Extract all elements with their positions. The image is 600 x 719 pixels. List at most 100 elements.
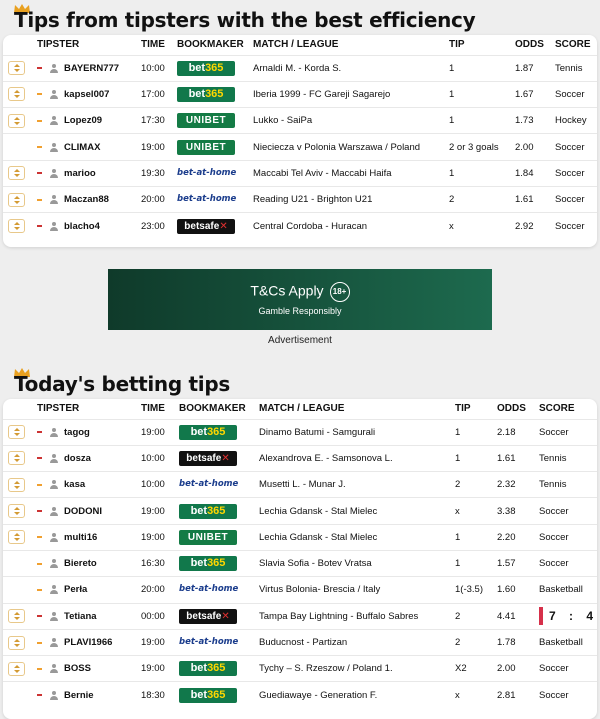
expand-toggle-button[interactable] [8,661,25,676]
tipster-name[interactable]: Maczan88 [64,194,109,205]
bet-at-home-logo[interactable]: bet-at-home [177,192,236,208]
sport-label: Soccer [539,426,569,438]
tipster-name[interactable]: PLAVI1966 [64,637,112,648]
betsafe-logo[interactable]: betsafe✕ [179,450,237,466]
bet-at-home-logo[interactable]: bet-at-home [177,165,236,181]
table-row[interactable]: marioo 19:30 bet-at-home Maccabi Tel Aviv -… [3,159,597,187]
expand-toggle-button[interactable] [8,530,25,545]
tip-time: 10:00 [141,54,177,82]
bet-at-home-logo[interactable]: bet-at-home [179,477,238,493]
tipster-name[interactable]: BOSS [64,663,91,674]
bet365-logo[interactable]: bet365 [179,556,237,572]
expand-toggle-button[interactable] [8,113,25,128]
bet365-logo[interactable]: bet365 [177,86,235,102]
table-row[interactable]: PLAVI1966 19:00 bet-at-home Buducnost - Par… [3,628,597,656]
bet365-logo[interactable]: bet365 [179,424,237,440]
tipster-name[interactable]: multi16 [64,532,97,543]
bet365-logo[interactable]: bet365 [179,661,237,677]
col-time: TIME [141,403,165,415]
unibet-logo[interactable]: UNIBET [177,139,235,155]
col-bookmaker: BOOKMAKER [179,403,246,415]
tipster-name[interactable]: Lopez09 [64,115,102,126]
section-title-best-efficiency: Tips from tipsters with the best efficie… [14,8,476,32]
user-icon [50,453,58,463]
col-time: TIME [141,39,165,51]
form-indicator [37,588,42,591]
tipster-name[interactable]: CLIMAX [64,142,100,153]
unibet-logo[interactable]: UNIBET [179,529,237,545]
bet-at-home-logo[interactable]: bet-at-home [179,635,238,651]
bet365-logo[interactable]: bet365 [177,60,235,76]
table-row[interactable]: dosza 10:00 betsafe✕ Alexandrova E. - Samso… [3,444,597,472]
odds-value: 2.32 [497,471,539,498]
bet365-logo[interactable]: bet365 [179,687,237,703]
tipster-name[interactable]: kapsel007 [64,89,109,100]
form-indicator [37,483,42,486]
expand-toggle-button[interactable] [8,425,25,440]
expand-toggle-button[interactable] [8,504,25,519]
table-row[interactable]: Tetiana 00:00 betsafe✕ Tampa Bay Lightning … [3,602,597,630]
sport-label: Tennis [555,62,583,74]
tipster-name[interactable]: Perła [64,584,87,595]
tipster-name[interactable]: Tetiana [64,611,97,622]
sport-label: Soccer [555,141,585,153]
table-row[interactable]: Biereto 16:30 bet365 Slavia Sofia - Botev V… [3,549,597,577]
table-row[interactable]: Bernie 18:30 bet365 Guediawaye - Generation… [3,681,597,709]
tipster-name[interactable]: blacho4 [64,221,100,232]
form-indicator [37,431,42,434]
expand-toggle-button[interactable] [8,477,25,492]
form-indicator [37,225,42,228]
tipster-name[interactable]: marioo [64,168,96,179]
tipster-name[interactable]: Biereto [64,558,97,569]
unibet-logo[interactable]: UNIBET [177,113,235,129]
expand-toggle-button[interactable] [8,166,25,181]
expand-toggle-button[interactable] [8,87,25,102]
tipster-name[interactable]: BAYERN777 [64,63,119,74]
tipster-name[interactable]: tagog [64,427,90,438]
bet-at-home-logo[interactable]: bet-at-home [179,582,238,598]
table-row[interactable]: BOSS 19:00 bet365 Tychy – S. Rzeszow / Pola… [3,655,597,682]
best-efficiency-tips-card: TIPSTER TIME BOOKMAKER MATCH / LEAGUE TI… [3,35,597,247]
tip-time: 20:00 [141,185,177,213]
bet365-logo[interactable]: bet365 [179,503,237,519]
expand-toggle-button[interactable] [8,192,25,207]
col-score: SCORE [539,403,575,415]
best-efficiency-tips-table: TIPSTER TIME BOOKMAKER MATCH / LEAGUE TI… [3,35,597,240]
table-row[interactable]: CLIMAX 19:00 UNIBET Nieciecza v Polonia War… [3,133,597,161]
tip-value: 1 [449,54,515,82]
table-row[interactable]: Maczan88 20:00 bet-at-home Reading U21 - Br… [3,185,597,213]
expand-toggle-button[interactable] [8,609,25,624]
expand-toggle-button[interactable] [8,451,25,466]
tipster-name[interactable]: dosza [64,453,91,464]
table-row[interactable]: multi16 19:00 UNIBET Lechia Gdansk - Stal M… [3,523,597,551]
expand-toggle-button[interactable] [8,635,25,650]
table-row[interactable]: kapsel007 17:00 bet365 Iberia 1999 - FC Gar… [3,80,597,108]
match-name: Central Cordoba - Huracan [253,212,449,240]
match-name: Slavia Sofia - Botev Vratsa [259,549,455,577]
tipster-name[interactable]: DODONI [64,506,102,517]
user-icon [50,559,58,569]
tipster-name[interactable]: kasa [64,479,85,490]
form-indicator [37,562,42,565]
table-row[interactable]: Lopez09 17:30 UNIBET Lukko - SaiPa 1 1.73 Hock… [3,107,597,134]
tipster-name[interactable]: Bernie [64,690,94,701]
tip-time: 16:30 [141,549,179,577]
table-row[interactable]: tagog 19:00 bet365 Dinamo Batumi - Samgural… [3,418,597,446]
table-row[interactable]: Perła 20:00 bet-at-home Virtus Bolonia- Bre… [3,576,597,604]
user-icon [50,664,58,674]
table-row[interactable]: BAYERN777 10:00 bet365 Arnaldi M. - Korda S… [3,54,597,82]
form-indicator [37,694,42,697]
tip-value: x [455,681,497,709]
betsafe-logo[interactable]: betsafe✕ [179,608,237,624]
table-row[interactable]: blacho4 23:00 betsafe✕ Central Cordoba - Hu… [3,212,597,240]
expand-toggle-button[interactable] [8,61,25,76]
sport-label: Soccer [539,531,569,543]
table-row[interactable]: DODONI 19:00 bet365 Lechia Gdansk - Stal Mi… [3,497,597,525]
col-tipster: TIPSTER [37,39,80,51]
betsafe-logo[interactable]: betsafe✕ [177,218,235,234]
user-icon [50,63,58,73]
col-odds: ODDS [497,403,526,415]
expand-toggle-button[interactable] [8,219,25,234]
advertisement-banner[interactable]: T&Cs Apply 18+ Gamble Responsibly [108,269,492,330]
table-row[interactable]: kasa 10:00 bet-at-home Musetti L. - Munar J… [3,471,597,498]
